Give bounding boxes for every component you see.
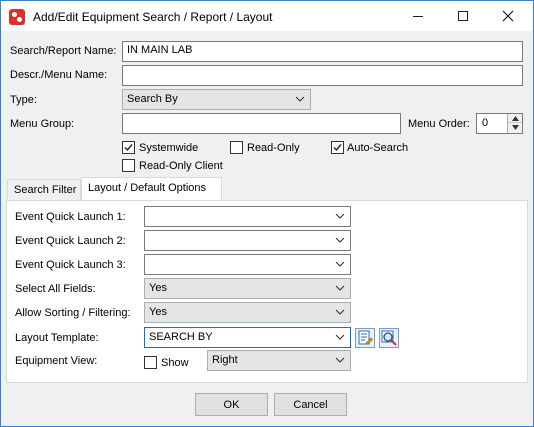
minimize-button[interactable] xyxy=(396,1,440,31)
read-only-checkbox[interactable] xyxy=(230,141,243,154)
checkmark-icon xyxy=(333,144,342,152)
chevron-down-icon xyxy=(335,334,345,340)
chevron-down-icon xyxy=(335,285,345,291)
chevron-down-icon xyxy=(335,213,345,219)
chevron-down-icon xyxy=(335,237,345,243)
menu-order-label: Menu Order: xyxy=(408,118,470,130)
auto-search-label: Auto-Search xyxy=(347,142,409,154)
ok-button[interactable]: OK xyxy=(195,393,268,416)
allow-sorting-select[interactable]: Yes xyxy=(144,302,351,323)
layout-template-value: SEARCH BY xyxy=(149,331,213,343)
chevron-down-icon xyxy=(335,357,345,363)
event-quick-launch-1-select[interactable] xyxy=(144,206,351,227)
spin-down-icon[interactable] xyxy=(508,123,522,132)
edit-template-button[interactable] xyxy=(355,328,375,348)
equipment-view-show-label: Show xyxy=(161,357,189,369)
checkmark-icon xyxy=(124,144,133,152)
spin-up-icon[interactable] xyxy=(508,114,522,123)
window-title: Add/Edit Equipment Search / Report / Lay… xyxy=(33,10,273,24)
dialog-window: Add/Edit Equipment Search / Report / Lay… xyxy=(0,0,534,427)
chevron-down-icon xyxy=(335,309,345,315)
tab-search-filter[interactable]: Search Filter xyxy=(7,179,81,200)
search-report-name-input[interactable]: IN MAIN LAB xyxy=(122,41,523,62)
menu-group-label: Menu Group: xyxy=(10,118,75,130)
descr-menu-name-input[interactable] xyxy=(122,65,523,86)
tab-layout-default-options[interactable]: Layout / Default Options xyxy=(81,177,222,200)
read-only-client-checkbox[interactable] xyxy=(122,159,135,172)
type-label: Type: xyxy=(10,94,37,106)
chevron-down-icon xyxy=(295,96,305,102)
event-quick-launch-1-label: Event Quick Launch 1: xyxy=(15,211,126,223)
allow-sorting-value: Yes xyxy=(149,306,167,318)
read-only-label: Read-Only xyxy=(247,142,300,154)
select-all-fields-select[interactable]: Yes xyxy=(144,278,351,299)
equipment-view-value: Right xyxy=(212,354,238,366)
event-quick-launch-2-select[interactable] xyxy=(144,230,351,251)
minimize-icon xyxy=(413,16,423,17)
maximize-icon xyxy=(458,11,468,21)
app-icon xyxy=(9,9,25,25)
equipment-view-label: Equipment View: xyxy=(15,355,98,367)
select-all-fields-label: Select All Fields: xyxy=(15,283,96,295)
preview-template-button[interactable] xyxy=(379,328,399,348)
cancel-button[interactable]: Cancel xyxy=(274,393,347,416)
search-report-name-label: Search/Report Name: xyxy=(10,45,117,57)
maximize-button[interactable] xyxy=(441,1,485,31)
equipment-view-select[interactable]: Right xyxy=(207,350,351,371)
read-only-client-label: Read-Only Client xyxy=(139,160,223,172)
allow-sorting-label: Allow Sorting / Filtering: xyxy=(15,307,131,319)
systemwide-checkbox[interactable] xyxy=(122,141,135,154)
layout-template-select[interactable]: SEARCH BY xyxy=(144,327,351,348)
title-bar: Add/Edit Equipment Search / Report / Lay… xyxy=(1,1,533,31)
menu-order-value: 0 xyxy=(482,117,489,129)
menu-order-arrows[interactable] xyxy=(507,114,522,133)
type-select[interactable]: Search By xyxy=(122,89,311,110)
select-all-fields-value: Yes xyxy=(149,282,167,294)
equipment-view-show-checkbox[interactable] xyxy=(144,356,157,369)
auto-search-checkbox[interactable] xyxy=(331,141,344,154)
layout-options-panel: Event Quick Launch 1: Event Quick Launch… xyxy=(6,200,528,383)
menu-order-spinner[interactable]: 0 xyxy=(476,113,523,134)
event-quick-launch-3-label: Event Quick Launch 3: xyxy=(15,259,126,271)
menu-group-input[interactable] xyxy=(122,113,401,134)
layout-template-label: Layout Template: xyxy=(15,332,99,344)
event-quick-launch-2-label: Event Quick Launch 2: xyxy=(15,235,126,247)
close-button[interactable] xyxy=(486,1,530,31)
chevron-down-icon xyxy=(335,261,345,267)
type-value: Search By xyxy=(127,93,178,105)
close-icon xyxy=(502,10,514,22)
descr-menu-name-label: Descr./Menu Name: xyxy=(10,69,108,81)
edit-template-icon xyxy=(358,330,373,345)
magnifier-icon xyxy=(381,330,397,346)
event-quick-launch-3-select[interactable] xyxy=(144,254,351,275)
systemwide-label: Systemwide xyxy=(139,142,199,154)
